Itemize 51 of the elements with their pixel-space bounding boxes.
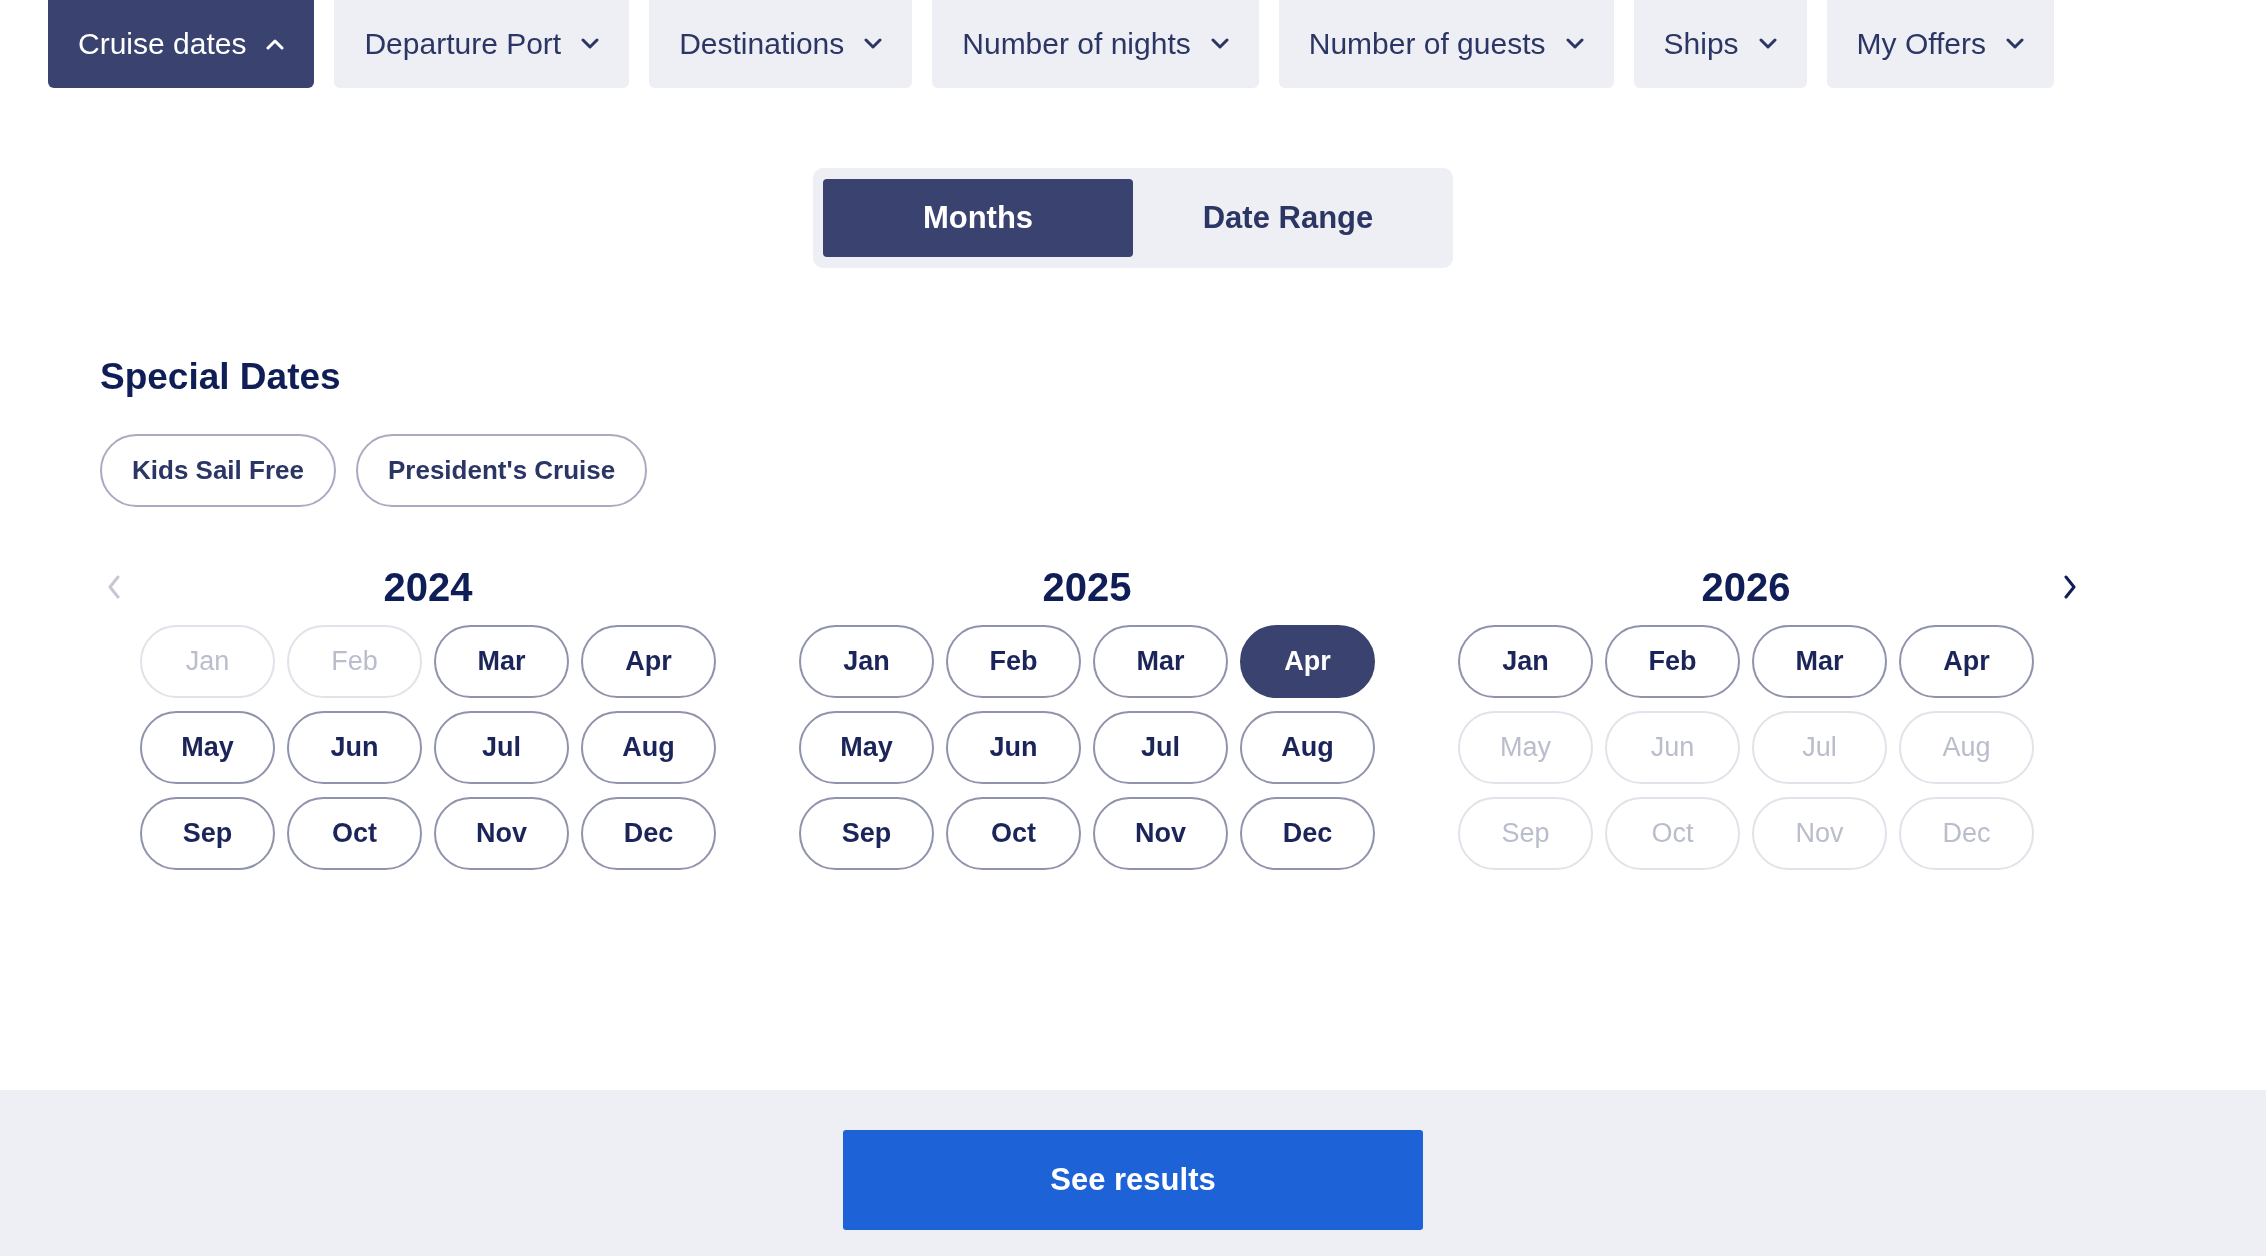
month-pill[interactable]: Apr [1899,625,2034,698]
filter-dropdown-button[interactable]: Number of nights [932,0,1259,88]
month-pill[interactable]: Feb [946,625,1081,698]
chevron-left-icon [107,575,121,599]
month-pill[interactable]: Feb [1605,625,1740,698]
month-pill[interactable]: Jul [434,711,569,784]
month-pill[interactable]: Oct [946,797,1081,870]
month-pill[interactable]: Mar [434,625,569,698]
month-pill[interactable]: Jan [1458,625,1593,698]
month-pill[interactable]: Mar [1752,625,1887,698]
view-tab[interactable]: Months [823,179,1133,257]
chevron-down-icon [581,38,600,50]
chevron-down-icon [1758,38,1777,50]
month-pill[interactable]: May [140,711,275,784]
filter-dropdown-button[interactable]: Cruise dates [48,0,315,88]
month-pill[interactable]: Mar [1093,625,1228,698]
chevron-down-icon [2006,38,2025,50]
see-results-button[interactable]: See results [843,1130,1423,1230]
month-pill[interactable]: Sep [799,797,934,870]
filter-dropdown-button[interactable]: My Offers [1826,0,2055,88]
special-date-chip[interactable]: President's Cruise [355,434,648,507]
chevron-down-icon [1210,38,1229,50]
month-pill[interactable]: Apr [581,625,716,698]
filter-dropdown-button[interactable]: Destinations [649,0,913,88]
view-tab[interactable]: Date Range [1133,179,1443,257]
year-label: 2025 [1041,564,1133,611]
year-label: 2024 [382,564,474,611]
month-pill[interactable]: Aug [1240,711,1375,784]
month-pill[interactable]: Sep [140,797,275,870]
filter-dropdown-button[interactable]: Number of guests [1278,0,1614,88]
month-pill[interactable]: Nov [434,797,569,870]
month-pill[interactable]: Aug [581,711,716,784]
month-pill[interactable]: Apr [1240,625,1375,698]
chevron-right-icon [2063,575,2077,599]
month-pill[interactable]: Jan [799,625,934,698]
filter-dropdown-button[interactable]: Ships [1633,0,1807,88]
section-heading: Special Dates [100,356,342,398]
month-pill[interactable]: Jun [946,711,1081,784]
month-pill[interactable]: Jul [1093,711,1228,784]
month-pill[interactable]: Jun [287,711,422,784]
chevron-up-icon [266,38,285,50]
special-date-chip[interactable]: Kids Sail Free [100,434,336,507]
year-label: 2026 [1700,564,1792,611]
chevron-down-icon [1565,38,1584,50]
month-pill[interactable]: Nov [1093,797,1228,870]
month-pill[interactable]: Dec [581,797,716,870]
filter-dropdown-button[interactable]: Departure Port [334,0,630,88]
month-pill[interactable]: Dec [1240,797,1375,870]
chevron-down-icon [864,38,883,50]
month-pill[interactable]: Oct [287,797,422,870]
month-pill[interactable]: May [799,711,934,784]
